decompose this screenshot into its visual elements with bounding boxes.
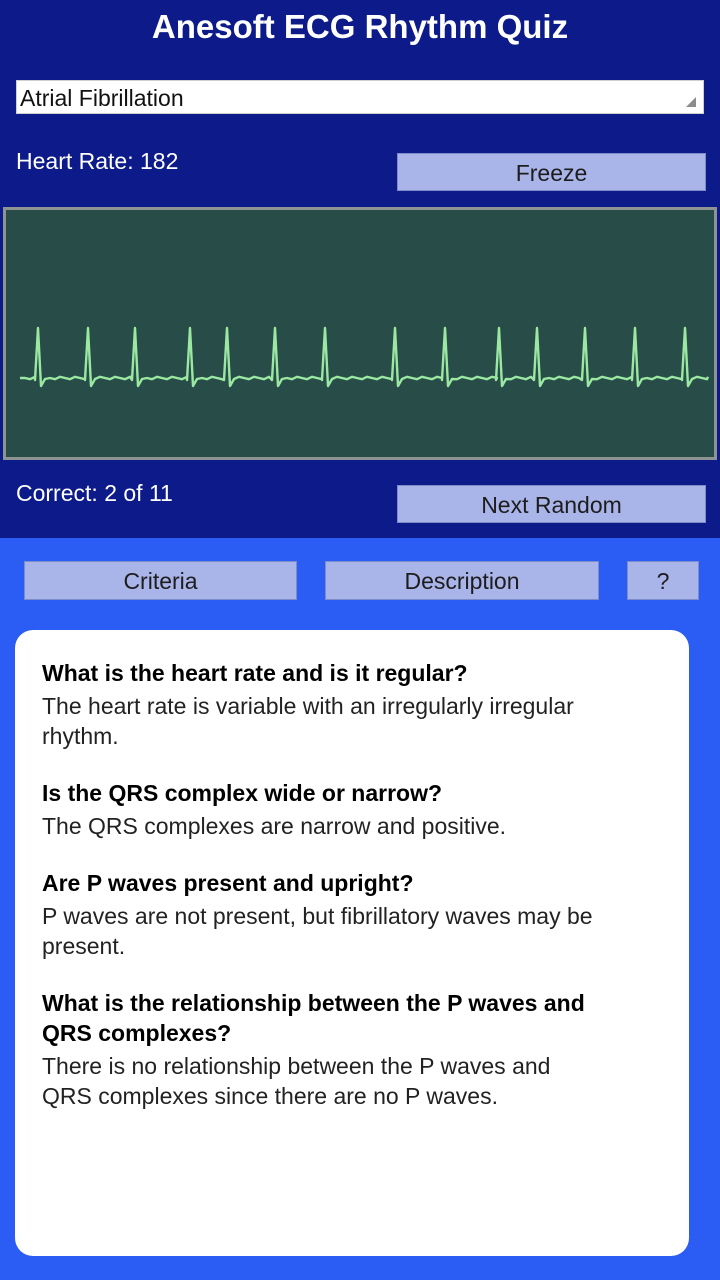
app-title: Anesoft ECG Rhythm Quiz: [151, 8, 569, 45]
freeze-button[interactable]: Freeze: [397, 153, 706, 191]
criteria-answer: The heart rate is variable with an irreg…: [42, 693, 574, 749]
score-readout: Correct: 2 of 11: [16, 478, 173, 508]
rhythm-select[interactable]: Atrial Fibrillation: [16, 80, 704, 114]
criteria-answer: The QRS complexes are narrow and positiv…: [42, 813, 507, 839]
criteria-item: What is the relationship between the P w…: [42, 988, 602, 1111]
criteria-question: Are P waves present and upright?: [42, 870, 414, 896]
criteria-item: Is the QRS complex wide or narrow? The Q…: [42, 778, 602, 841]
ecg-trace: [20, 326, 710, 388]
criteria-question: What is the heart rate and is it regular…: [42, 660, 468, 686]
ecg-monitor: [3, 207, 717, 460]
criteria-question: Is the QRS complex wide or narrow?: [42, 780, 443, 806]
dropdown-arrow-icon: [686, 97, 696, 107]
ecg-trace-canvas: [20, 326, 710, 388]
rhythm-select-value: Atrial Fibrillation: [20, 85, 184, 111]
score-value: 2 of 11: [104, 480, 173, 506]
next-random-button[interactable]: Next Random: [397, 485, 706, 523]
control-panel: Anesoft ECG Rhythm Quiz Atrial Fibrillat…: [0, 0, 720, 538]
tab-help[interactable]: ?: [627, 561, 699, 600]
heart-rate-label: Heart Rate:: [16, 148, 134, 174]
score-label: Correct:: [16, 480, 98, 506]
criteria-answer: P waves are not present, but fibrillator…: [42, 903, 593, 959]
criteria-item: What is the heart rate and is it regular…: [42, 658, 602, 751]
criteria-question: What is the relationship between the P w…: [42, 990, 585, 1046]
criteria-answer: There is no relationship between the P w…: [42, 1053, 551, 1109]
tab-description[interactable]: Description: [325, 561, 599, 600]
criteria-item: Are P waves present and upright? P waves…: [42, 868, 602, 961]
tab-criteria[interactable]: Criteria: [24, 561, 297, 600]
heart-rate-readout: Heart Rate: 182: [16, 146, 178, 176]
criteria-card: What is the heart rate and is it regular…: [15, 630, 689, 1256]
heart-rate-value: 182: [140, 148, 179, 174]
